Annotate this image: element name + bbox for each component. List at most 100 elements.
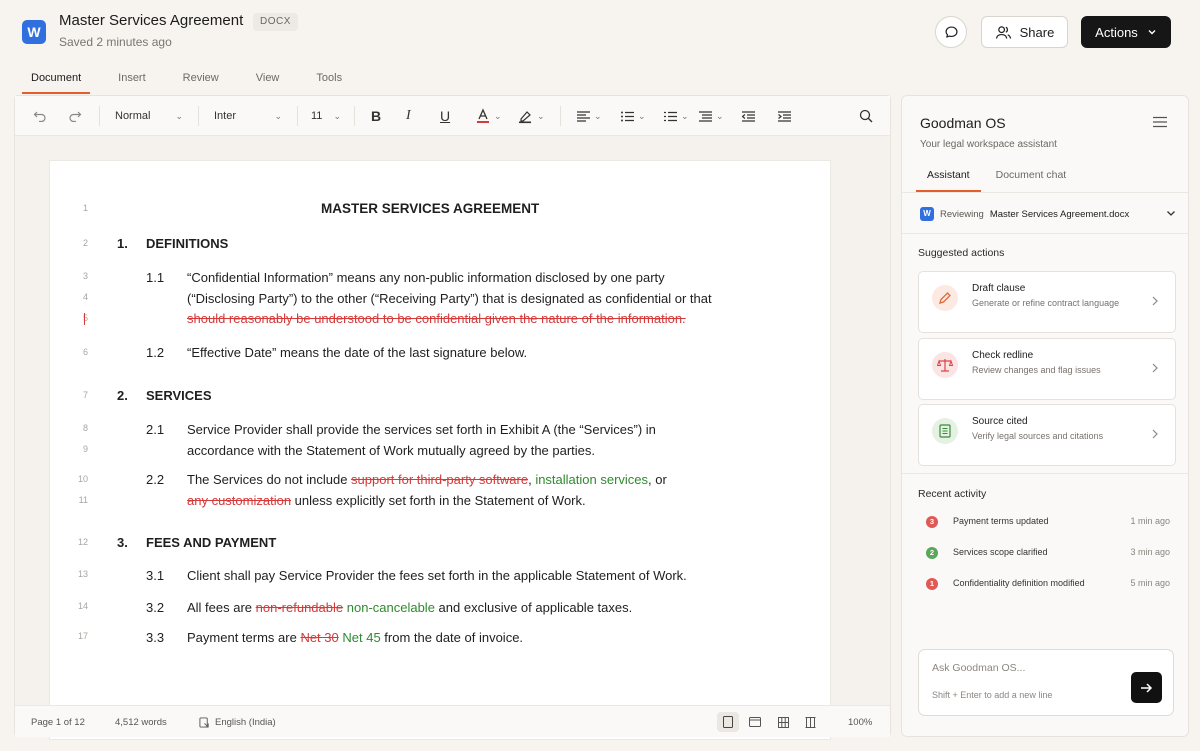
tab-document-chat[interactable]: Document chat <box>985 162 1078 192</box>
clause-number: 3.3 <box>146 630 165 645</box>
clause-text: “Effective Date” means the date of the l… <box>187 345 528 360</box>
columns-view-button[interactable] <box>799 712 821 732</box>
font-select[interactable]: Inter ⌄ <box>214 96 282 136</box>
suggested-actions-label: Suggested actions <box>918 247 1005 259</box>
underline-icon: U <box>440 108 451 124</box>
tab-insert[interactable]: Insert <box>109 64 155 94</box>
clause-text: accordance with the Statement of Work mu… <box>187 443 596 458</box>
chat-bubble-icon <box>944 25 958 38</box>
search-button[interactable] <box>859 96 873 136</box>
line-number: 7 <box>82 390 88 400</box>
plain-text: from the date of invoice. <box>380 630 524 645</box>
document-title[interactable]: Master Services Agreement <box>59 12 243 29</box>
activity-item[interactable]: 3 Payment terms updated 1 min ago <box>926 515 1170 529</box>
section-number: 3. <box>117 535 128 550</box>
font-size-select[interactable]: 11 ⌄ <box>311 96 341 136</box>
document-page[interactable]: 1 MASTER SERVICES AGREEMENT 2 1. DEFINIT… <box>49 160 831 740</box>
clause-text: All fees are non-refundable non-cancelab… <box>187 600 632 615</box>
line-number: 3 <box>82 271 88 281</box>
language-selector[interactable]: English (India) <box>199 706 276 738</box>
panel-subtitle: Your legal workspace assistant <box>920 139 1057 150</box>
section-title: DEFINITIONS <box>146 236 229 251</box>
tab-assistant[interactable]: Assistant <box>916 162 981 192</box>
panel-menu-button[interactable] <box>1153 115 1167 133</box>
numbered-list-button[interactable]: ⌄ <box>664 96 689 136</box>
clause-number: 3.2 <box>146 600 165 615</box>
text-color-button[interactable]: ⌄ <box>476 96 502 136</box>
action-description: Verify legal sources and citations <box>972 431 1104 441</box>
page-count: Page 1 of 12 <box>31 716 85 728</box>
clause-text: “Confidential Information” means any non… <box>187 270 665 285</box>
grid-icon <box>777 716 789 728</box>
toolbar-divider <box>560 106 561 126</box>
line-number: 1 <box>82 203 88 213</box>
language-icon <box>199 716 209 728</box>
divider <box>902 192 1188 193</box>
send-button[interactable] <box>1131 672 1162 703</box>
page-icon <box>723 716 733 728</box>
tab-review[interactable]: Review <box>174 64 228 94</box>
tab-view[interactable]: View <box>247 64 289 94</box>
style-select[interactable]: Normal ⌄ <box>115 96 183 136</box>
reviewing-doc-name: Master Services Agreement.docx <box>989 208 1130 220</box>
activity-text: Confidentiality definition modified <box>953 578 1085 588</box>
document-heading: MASTER SERVICES AGREEMENT <box>321 201 540 216</box>
divider <box>902 233 1188 234</box>
bold-button[interactable]: B <box>371 96 381 136</box>
deleted-text: support for third-party software <box>351 472 529 487</box>
line-spacing-button[interactable]: ⌄ <box>699 96 724 136</box>
search-icon <box>859 109 873 123</box>
outdent-icon <box>742 110 755 122</box>
redo-button[interactable] <box>68 96 82 136</box>
file-type-badge: DOCX <box>253 13 298 31</box>
outdent-button[interactable] <box>742 96 755 136</box>
deleted-text: any customization <box>187 493 292 508</box>
text-cursor <box>84 313 85 325</box>
comments-button[interactable] <box>935 16 967 48</box>
grid-view-button[interactable] <box>772 712 794 732</box>
recent-activity-label: Recent activity <box>918 488 987 500</box>
activity-item[interactable]: 2 Services scope clarified 3 min ago <box>926 546 1170 560</box>
action-card-draft-clause[interactable]: Draft clause Generate or refine contract… <box>918 271 1176 333</box>
zoom-level[interactable]: 100% <box>848 706 872 738</box>
highlight-button[interactable]: ⌄ <box>518 96 545 136</box>
action-card-source-cited[interactable]: Source cited Verify legal sources and ci… <box>918 404 1176 466</box>
web-layout-button[interactable] <box>744 712 766 732</box>
arrow-right-icon <box>1141 682 1153 693</box>
activity-time: 1 min ago <box>1130 516 1170 526</box>
line-number: 10 <box>77 474 88 484</box>
share-button[interactable]: Share <box>981 16 1068 48</box>
align-button[interactable]: ⌄ <box>577 96 602 136</box>
tab-tools[interactable]: Tools <box>307 64 351 94</box>
chevron-down-icon <box>1167 211 1175 216</box>
scale-icon <box>932 352 958 378</box>
print-layout-button[interactable] <box>717 712 739 732</box>
reviewing-selector[interactable]: W Reviewing Master Services Agreement.do… <box>920 206 1176 222</box>
chevron-down-icon: ⌄ <box>274 110 282 121</box>
highlighter-icon <box>519 111 531 124</box>
toolbar-divider <box>99 106 100 126</box>
underline-button[interactable]: U <box>440 96 450 136</box>
actions-label: Actions <box>1095 24 1138 40</box>
chevron-down-icon: ⌄ <box>333 110 341 121</box>
tab-document[interactable]: Document <box>22 64 91 94</box>
italic-button[interactable]: I <box>406 96 411 136</box>
chevron-right-icon <box>1152 429 1158 439</box>
chevron-down-icon <box>1148 30 1156 35</box>
deleted-text: Net 30 <box>300 630 339 645</box>
action-card-check-redline[interactable]: Check redline Review changes and flag is… <box>918 338 1176 400</box>
font-value: Inter <box>214 110 237 122</box>
bullet-list-button[interactable]: ⌄ <box>621 96 646 136</box>
actions-button[interactable]: Actions <box>1081 16 1171 48</box>
clause-text: any customization unless explicitly set … <box>187 493 586 508</box>
action-title: Source cited <box>972 416 1028 427</box>
word-app-icon: W <box>920 207 934 221</box>
activity-item[interactable]: 1 Confidentiality definition modified 5 … <box>926 577 1170 591</box>
toolbar-divider <box>354 106 355 126</box>
indent-button[interactable] <box>778 96 791 136</box>
clause-text: The Services do not include support for … <box>187 472 667 487</box>
undo-button[interactable] <box>33 96 47 136</box>
ask-input[interactable] <box>932 662 1112 674</box>
ask-hint: Shift + Enter to add a new line <box>932 690 1053 700</box>
chevron-down-icon: ⌄ <box>681 110 689 121</box>
